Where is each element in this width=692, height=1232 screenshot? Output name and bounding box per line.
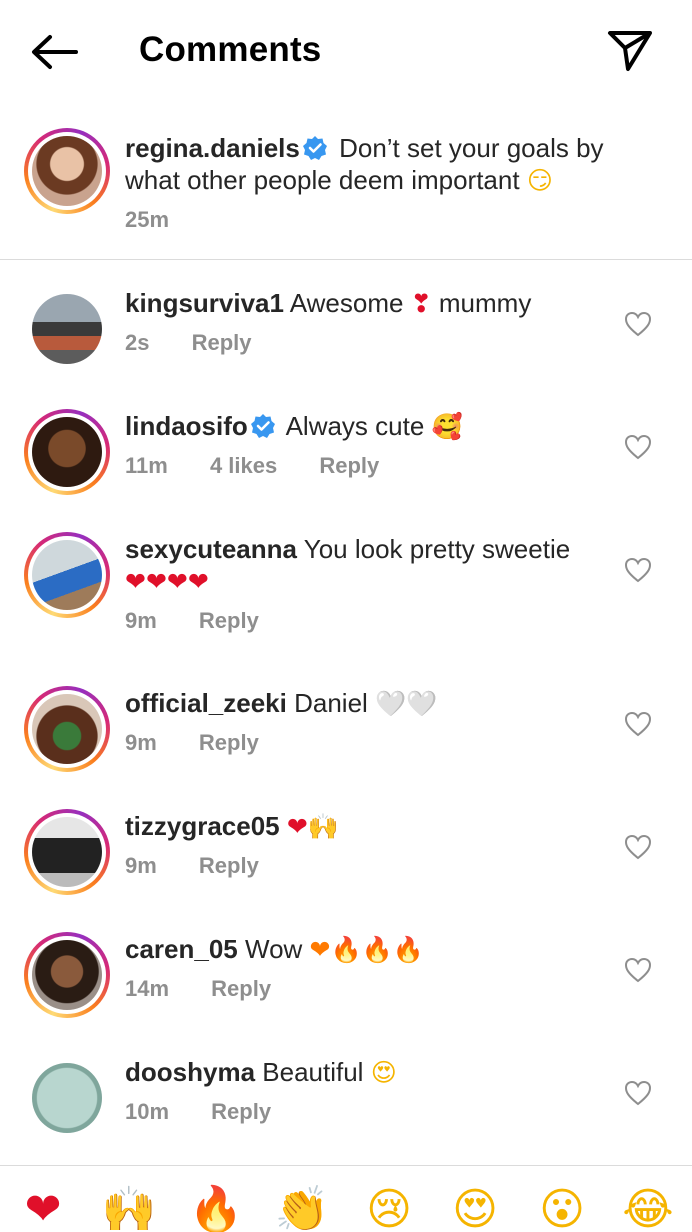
back-button[interactable] bbox=[28, 30, 80, 74]
comment-body-end: mummy bbox=[438, 288, 532, 318]
heart-outline-icon bbox=[624, 711, 652, 737]
timestamp: 2s bbox=[125, 330, 150, 355]
username[interactable]: tizzygrace05 bbox=[125, 811, 280, 841]
username[interactable]: caren_05 bbox=[125, 934, 238, 964]
heart-raised-hands-emoji: ❤🙌 bbox=[286, 812, 339, 841]
avatar[interactable] bbox=[24, 532, 110, 618]
like-button[interactable] bbox=[624, 711, 652, 737]
white-heart-emoji: 🤍🤍 bbox=[375, 689, 438, 719]
comment-row: kingsurviva1 Awesome ❣ mummy 2s Reply bbox=[0, 261, 692, 383]
timestamp: 10m bbox=[125, 1099, 170, 1124]
avatar[interactable] bbox=[24, 932, 110, 1018]
heart-outline-icon bbox=[624, 1080, 652, 1106]
smiling-face-hearts-emoji: 🥰 bbox=[431, 412, 463, 441]
reply-button[interactable]: Reply bbox=[211, 1099, 271, 1124]
red-heart-emoji: ❤❤❤❤ bbox=[125, 567, 209, 596]
comment-text: tizzygrace05 ❤🙌 bbox=[125, 810, 595, 843]
reaction-crying[interactable]: 😢 bbox=[360, 1184, 418, 1232]
username[interactable]: regina.daniels bbox=[125, 133, 300, 163]
like-button[interactable] bbox=[624, 1080, 652, 1106]
comment-text: sexycuteanna You look pretty sweetie ❤❤❤… bbox=[125, 533, 595, 598]
avatar[interactable] bbox=[24, 128, 110, 214]
reaction-surprised[interactable]: 😮 bbox=[533, 1184, 591, 1232]
verified-badge-icon bbox=[250, 414, 275, 438]
timestamp: 9m bbox=[125, 608, 157, 633]
comment-row: sexycuteanna You look pretty sweetie ❤❤❤… bbox=[0, 507, 692, 661]
username[interactable]: lindaosifo bbox=[125, 411, 248, 441]
avatar[interactable] bbox=[24, 1055, 110, 1141]
avatar[interactable] bbox=[24, 286, 110, 372]
heart-outline-icon bbox=[624, 834, 652, 860]
heart-eyes-emoji: 😍 bbox=[370, 1058, 397, 1087]
username[interactable]: dooshyma bbox=[125, 1057, 255, 1087]
reply-button[interactable]: Reply bbox=[199, 853, 259, 878]
comment-body: Wow bbox=[245, 934, 303, 964]
reply-button[interactable]: Reply bbox=[199, 608, 259, 633]
reaction-heart[interactable]: ❤ bbox=[14, 1184, 72, 1232]
comment-body: Beautiful bbox=[262, 1057, 364, 1087]
paper-plane-icon bbox=[608, 31, 652, 71]
timestamp: 14m bbox=[125, 976, 170, 1001]
comment-body: You look pretty sweetie bbox=[303, 534, 571, 564]
avatar[interactable] bbox=[24, 809, 110, 895]
comment-text: official_zeeki Daniel 🤍🤍 bbox=[125, 687, 595, 720]
avatar[interactable] bbox=[24, 686, 110, 772]
like-button[interactable] bbox=[624, 957, 652, 983]
comment-row: caren_05 Wow ❤🔥🔥🔥 14m Reply bbox=[0, 907, 692, 1029]
like-button[interactable] bbox=[624, 834, 652, 860]
arrow-left-icon bbox=[32, 35, 78, 69]
comment-row: dooshyma Beautiful 😍 10m Reply bbox=[0, 1030, 692, 1152]
comment-body: Daniel bbox=[294, 688, 368, 718]
share-button[interactable] bbox=[604, 27, 656, 75]
reaction-laughing[interactable]: 😂 bbox=[619, 1184, 677, 1232]
page-title: Comments bbox=[139, 30, 322, 69]
reply-button[interactable]: Reply bbox=[199, 730, 259, 755]
post-caption: regina.daniels Don’t set your goals by w… bbox=[0, 104, 692, 260]
timestamp: 25m bbox=[125, 207, 170, 232]
username[interactable]: official_zeeki bbox=[125, 688, 287, 718]
timestamp: 11m bbox=[125, 453, 168, 478]
avatar[interactable] bbox=[24, 409, 110, 495]
username[interactable]: kingsurviva1 bbox=[125, 288, 284, 318]
heart-outline-icon bbox=[624, 434, 652, 460]
comment-text: dooshyma Beautiful 😍 bbox=[125, 1056, 595, 1089]
quick-reaction-bar: ❤ 🙌 🔥 👏 😢 😍 😮 😂 bbox=[0, 1165, 692, 1232]
reaction-heart-eyes[interactable]: 😍 bbox=[446, 1184, 504, 1232]
like-button[interactable] bbox=[624, 311, 652, 337]
heart-outline-icon bbox=[624, 311, 652, 337]
reaction-clap[interactable]: 👏 bbox=[273, 1184, 331, 1232]
reaction-raised-hands[interactable]: 🙌 bbox=[100, 1184, 158, 1232]
comment-body: Always cute bbox=[285, 411, 425, 441]
reply-button[interactable]: Reply bbox=[211, 976, 271, 1001]
heart-outline-icon bbox=[624, 557, 652, 583]
top-bar: Comments bbox=[0, 0, 692, 104]
username[interactable]: sexycuteanna bbox=[125, 534, 297, 564]
comment-row: lindaosifo Always cute 🥰 11m 4 likes Rep… bbox=[0, 384, 692, 506]
heart-exclamation-emoji: ❣ bbox=[410, 289, 432, 318]
heart-outline-icon bbox=[624, 957, 652, 983]
comment-row: tizzygrace05 ❤🙌 9m Reply bbox=[0, 784, 692, 906]
timestamp: 9m bbox=[125, 730, 157, 755]
comment-row: official_zeeki Daniel 🤍🤍 9m Reply bbox=[0, 661, 692, 783]
caption-meta: 25m bbox=[125, 207, 645, 233]
reply-button[interactable]: Reply bbox=[192, 330, 252, 355]
like-count[interactable]: 4 likes bbox=[210, 453, 277, 478]
timestamp: 9m bbox=[125, 853, 157, 878]
caption-text: regina.daniels Don’t set your goals by w… bbox=[125, 132, 645, 197]
like-button[interactable] bbox=[624, 557, 652, 583]
comment-text: lindaosifo Always cute 🥰 bbox=[125, 410, 595, 443]
verified-badge-icon bbox=[302, 136, 327, 160]
heart-fire-emoji: ❤🔥🔥🔥 bbox=[309, 935, 424, 964]
reaction-fire[interactable]: 🔥 bbox=[187, 1184, 245, 1232]
comment-text: caren_05 Wow ❤🔥🔥🔥 bbox=[125, 933, 595, 966]
comment-body: Awesome bbox=[289, 288, 404, 318]
smirk-emoji: 😏 bbox=[526, 166, 553, 195]
like-button[interactable] bbox=[624, 434, 652, 460]
comment-text: kingsurviva1 Awesome ❣ mummy bbox=[125, 287, 595, 320]
reply-button[interactable]: Reply bbox=[319, 453, 379, 478]
